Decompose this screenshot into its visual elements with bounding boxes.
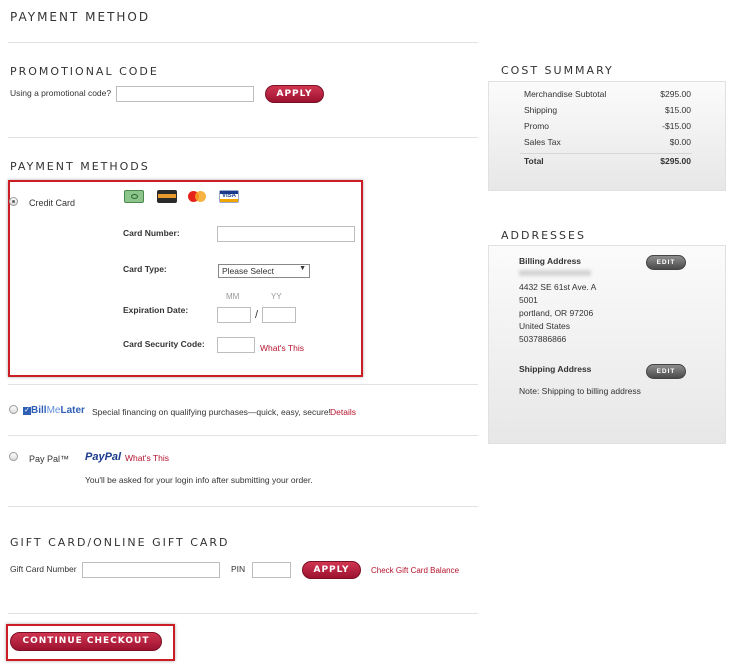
summary-row-label: Sales Tax [524, 137, 561, 147]
card-type-value: Please Select [222, 266, 274, 276]
continue-checkout-button[interactable]: CONTINUE CHECKOUT [10, 632, 162, 651]
promo-label: Using a promotional code? [10, 88, 112, 98]
summary-total-value: $295.00 [660, 156, 691, 166]
billing-address-line: 4432 SE 61st Ave. A [519, 282, 597, 292]
paypal-note: You'll be asked for your login info afte… [85, 475, 313, 485]
summary-row-label: Shipping [524, 105, 558, 115]
summary-row-value: -$15.00 [662, 121, 691, 131]
expiration-year-input[interactable] [262, 307, 296, 323]
billing-address-line: portland, OR 97206 [519, 308, 594, 318]
page-title: PAYMENT METHOD [10, 10, 151, 24]
divider [8, 42, 478, 43]
billing-edit-button[interactable]: EDIT [646, 255, 686, 270]
promo-apply-button[interactable]: APPLY [265, 85, 324, 103]
payment-methods-heading: PAYMENT METHODS [10, 160, 150, 173]
mastercard-icon [187, 190, 207, 203]
addresses-heading: ADDRESSES [501, 229, 586, 242]
shipping-edit-button[interactable]: EDIT [646, 364, 686, 379]
paypal-radio[interactable] [9, 452, 18, 461]
billmelater-details-link[interactable]: Details [330, 407, 356, 417]
card-type-label: Card Type: [123, 264, 167, 274]
promo-heading: PROMOTIONAL CODE [10, 65, 159, 78]
giftcard-heading: GIFT CARD/ONLINE GIFT CARD [10, 536, 230, 549]
billmelater-text: Special financing on qualifying purchase… [92, 407, 331, 417]
giftcard-number-input[interactable] [82, 562, 220, 578]
summary-row-value: $295.00 [660, 89, 691, 99]
billmelater-logo: ✓BillMeLater [23, 405, 85, 417]
summary-row-value: $15.00 [665, 105, 691, 115]
card-number-input[interactable] [217, 226, 355, 242]
expiration-slash: / [255, 309, 259, 321]
shipping-address-title: Shipping Address [519, 364, 592, 374]
credit-card-label: Credit Card [29, 198, 76, 208]
chevron-down-icon: ▼ [299, 265, 306, 272]
security-code-label: Card Security Code: [123, 339, 205, 349]
divider [8, 613, 478, 614]
billing-address-line: 5037886866 [519, 334, 567, 344]
divider [8, 384, 478, 385]
credit-card-radio[interactable] [9, 197, 18, 206]
paypal-whats-this-link[interactable]: What's This [125, 453, 169, 463]
giftcard-apply-button[interactable]: APPLY [302, 561, 361, 579]
expiration-label: Expiration Date: [123, 305, 189, 315]
divider [8, 435, 478, 436]
promo-code-input[interactable] [116, 86, 254, 102]
summary-row-value: $0.00 [669, 137, 691, 147]
billing-address-line: United States [519, 321, 571, 331]
summary-divider [520, 153, 692, 154]
giftcard-pin-input[interactable] [252, 562, 291, 578]
check-icon: ✓ [23, 406, 31, 415]
paypal-label: Pay Pal™ [29, 454, 70, 464]
divider [8, 137, 478, 138]
summary-row-label: Promo [524, 121, 550, 131]
card-number-label: Card Number: [123, 228, 180, 238]
security-code-input[interactable] [217, 337, 255, 353]
blurred-name [519, 270, 591, 276]
billmelater-radio[interactable] [9, 405, 18, 414]
summary-row-label: Merchandise Subtotal [524, 89, 607, 99]
year-hint: YY [271, 292, 282, 301]
cost-summary-heading: COST SUMMARY [501, 64, 614, 77]
summary-total-label: Total [524, 156, 544, 166]
shipping-note: Note: Shipping to billing address [519, 386, 641, 396]
billing-address-line: 5001 [519, 295, 538, 305]
check-balance-link[interactable]: Check Gift Card Balance [371, 566, 459, 575]
month-hint: MM [226, 292, 240, 301]
security-whats-this-link[interactable]: What's This [260, 343, 304, 353]
card-type-select[interactable]: Please Select ▼ [218, 264, 310, 278]
discover-card-icon [157, 190, 177, 203]
expiration-month-input[interactable] [217, 307, 251, 323]
paypal-logo: PayPal [85, 451, 122, 463]
divider [8, 506, 478, 507]
cash-card-icon [124, 190, 144, 203]
visa-icon: VISA [219, 190, 239, 203]
giftcard-pin-label: PIN [231, 564, 246, 574]
billing-address-title: Billing Address [519, 256, 582, 266]
giftcard-number-label: Gift Card Number [10, 564, 77, 574]
